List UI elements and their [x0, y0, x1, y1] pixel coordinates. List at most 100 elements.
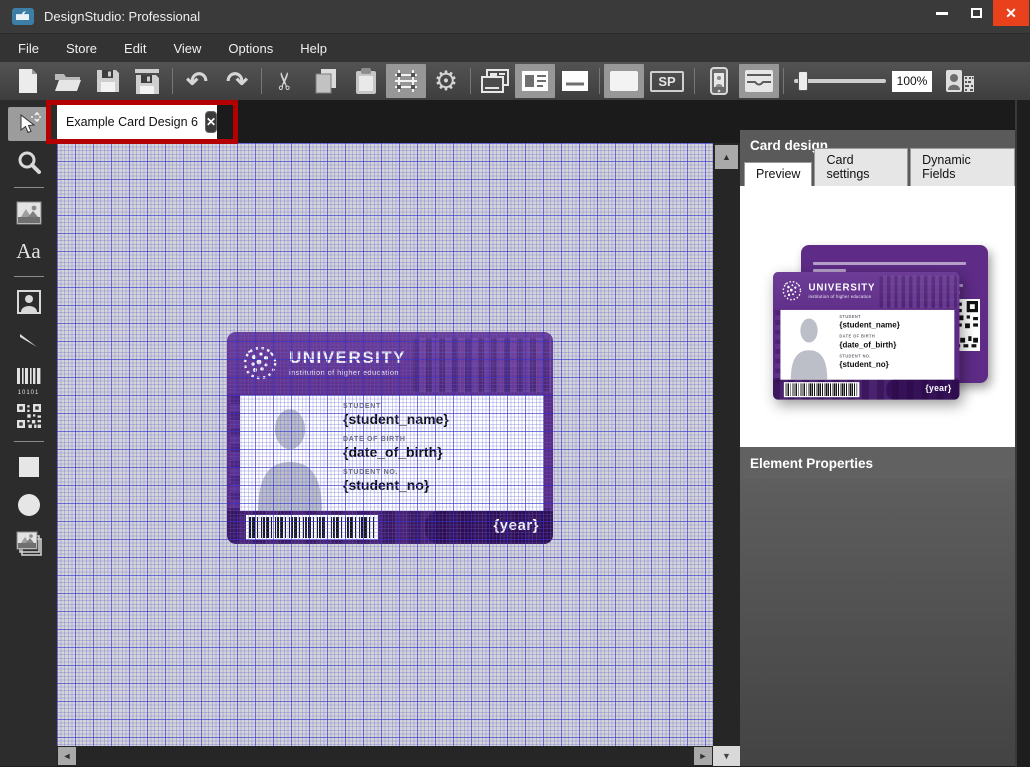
tool-separator	[14, 276, 44, 277]
university-logo-icon	[240, 343, 280, 383]
cut-button[interactable]: ✂	[266, 64, 306, 98]
card-preview-button[interactable]	[604, 64, 644, 98]
zoom-level-field[interactable]: 100%	[892, 71, 932, 92]
card-org-name[interactable]: UNIVERSITY	[289, 349, 406, 367]
settings-button[interactable]: ⚙	[426, 64, 466, 98]
line-tool[interactable]	[8, 323, 50, 357]
print-card-button[interactable]	[940, 64, 980, 98]
minimize-button[interactable]	[925, 0, 959, 26]
undo-icon: ↶	[186, 68, 208, 94]
zoom-slider-thumb[interactable]	[798, 71, 808, 91]
layers-tool[interactable]	[8, 526, 50, 560]
field-label-student-no[interactable]: STUDENT NO.	[343, 469, 449, 476]
barcode-bars	[786, 383, 858, 396]
rectangle-tool[interactable]	[8, 450, 50, 484]
horizontal-scrollbar[interactable]: ◄ ►	[57, 746, 713, 766]
toolbar-separator	[694, 68, 695, 94]
field-label-dob[interactable]: DATE OF BIRTH	[343, 436, 449, 443]
ellipse-tool[interactable]	[8, 488, 50, 522]
rectangle-icon	[17, 455, 41, 479]
copy-button[interactable]	[306, 64, 346, 98]
card-year-value: {year}	[925, 383, 951, 393]
tab-close-icon: ✕	[206, 115, 216, 129]
card-content-area[interactable]: STUDENT {student_name} DATE OF BIRTH {da…	[240, 395, 544, 511]
document-tab[interactable]: Example Card Design 6 ✕	[57, 104, 217, 140]
portrait-tool[interactable]	[8, 285, 50, 319]
undo-button[interactable]: ↶	[177, 64, 217, 98]
barcode-tool[interactable]: 10101	[8, 361, 50, 395]
scroll-right-button[interactable]: ►	[694, 747, 712, 765]
toolbar: ↶ ↷ ✂ ⚙ SP 100%	[0, 62, 1030, 100]
tab-preview[interactable]: Preview	[744, 162, 812, 186]
save-as-button[interactable]	[128, 64, 168, 98]
canvas-card-element[interactable]: UNIVERSITY institution of higher educati…	[227, 332, 553, 544]
paste-button[interactable]	[346, 64, 386, 98]
both-sides-icon	[481, 69, 509, 93]
save-button[interactable]	[88, 64, 128, 98]
card-bottom-band: {year}	[773, 380, 959, 400]
photo-placeholder-silhouette[interactable]	[248, 402, 332, 511]
image-tool[interactable]	[8, 196, 50, 230]
menu-store[interactable]: Store	[66, 41, 97, 56]
field-value-student-name[interactable]: {student_name}	[343, 411, 449, 427]
open-button[interactable]	[48, 64, 88, 98]
menu-options[interactable]: Options	[228, 41, 273, 56]
barcode-icon	[16, 367, 42, 389]
image-icon	[16, 201, 42, 225]
maximize-button[interactable]	[959, 0, 993, 26]
card-content-area: STUDENT {student_name} DATE OF BIRTH {da…	[780, 310, 954, 380]
menu-file[interactable]: File	[18, 41, 39, 56]
select-cursor-icon	[16, 111, 42, 137]
tab-dynamic-fields[interactable]: Dynamic Fields	[910, 148, 1015, 186]
save-icon	[96, 69, 120, 93]
card-year-value[interactable]: {year}	[493, 517, 539, 534]
field-value-student-no[interactable]: {student_no}	[343, 477, 449, 493]
card-holder-button[interactable]	[739, 64, 779, 98]
design-canvas[interactable]: UNIVERSITY institution of higher educati…	[57, 143, 713, 746]
scroll-up-button[interactable]: ▲	[715, 145, 738, 169]
menu-edit[interactable]: Edit	[124, 41, 146, 56]
card-fields: STUDENT {student_name} DATE OF BIRTH {da…	[839, 315, 900, 369]
redo-button[interactable]: ↷	[217, 64, 257, 98]
card-front-preview: UNIVERSITY institution of higher educati…	[773, 272, 960, 400]
card-barcode[interactable]	[246, 515, 378, 540]
zoom-slider[interactable]	[794, 64, 886, 98]
barcode-bars	[249, 517, 375, 538]
qr-code-tool[interactable]	[8, 399, 50, 433]
field-label-student[interactable]: STUDENT	[343, 403, 449, 410]
toolbar-separator	[172, 68, 173, 94]
menu-view[interactable]: View	[173, 41, 201, 56]
toolbar-separator	[470, 68, 471, 94]
both-sides-view-button[interactable]	[475, 64, 515, 98]
field-value-dob[interactable]: {date_of_birth}	[343, 444, 449, 460]
zoom-tool[interactable]	[8, 145, 50, 179]
front-side-view-button[interactable]	[515, 64, 555, 98]
person-card-print-icon	[945, 68, 975, 94]
scroll-left-button[interactable]: ◄	[58, 747, 76, 765]
tool-palette: Aa 10101	[0, 100, 57, 767]
tool-separator	[14, 441, 44, 442]
new-document-button[interactable]	[8, 64, 48, 98]
tool-separator	[14, 187, 44, 188]
smart-profile-button[interactable]: SP	[644, 64, 690, 98]
mobile-preview-button[interactable]	[699, 64, 739, 98]
card-org-tagline[interactable]: institution of higher education	[289, 368, 406, 377]
card-header[interactable]: UNIVERSITY institution of higher educati…	[227, 332, 553, 394]
select-tool[interactable]	[8, 107, 50, 141]
scroll-down-button[interactable]: ▼	[713, 746, 740, 766]
field-value-dob: {date_of_birth}	[839, 339, 900, 349]
card-org-name: UNIVERSITY	[808, 282, 875, 293]
vertical-scrollbar[interactable]: ▲	[713, 143, 740, 746]
back-side-view-button[interactable]	[555, 64, 595, 98]
element-properties-body	[740, 479, 1015, 766]
close-button[interactable]: ✕	[993, 0, 1029, 26]
menu-help[interactable]: Help	[300, 41, 327, 56]
sp-label: SP	[650, 71, 683, 92]
text-tool[interactable]: Aa	[8, 234, 50, 268]
tab-card-settings[interactable]: Card settings	[814, 148, 908, 186]
tab-close-button[interactable]: ✕	[205, 111, 217, 133]
card-front-design[interactable]: UNIVERSITY institution of higher educati…	[227, 332, 553, 544]
qr-code-icon	[17, 404, 41, 428]
preview-panel: UNIVERSITY institution of higher educati…	[740, 186, 1015, 447]
grid-toggle-button[interactable]	[386, 64, 426, 98]
